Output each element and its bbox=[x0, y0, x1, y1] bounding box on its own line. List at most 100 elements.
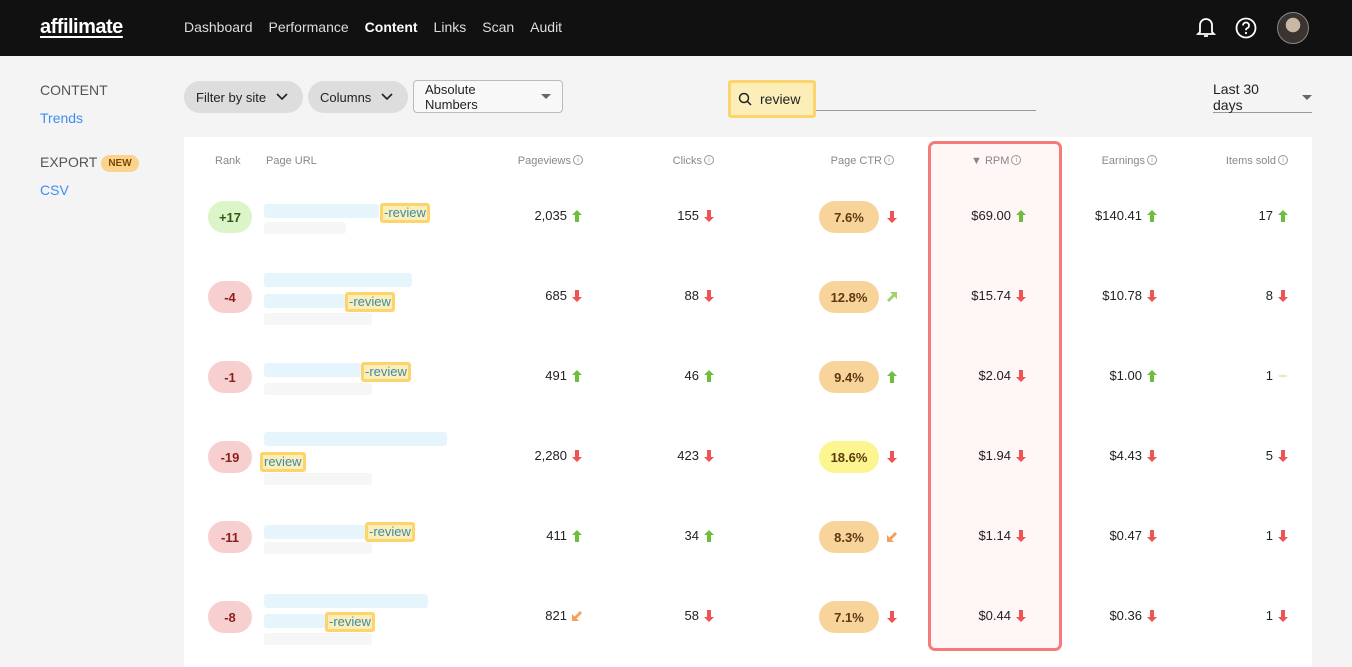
rpm-cell: $69.00 bbox=[971, 208, 1026, 223]
header-label: Items sold bbox=[1225, 155, 1276, 167]
url-search-match[interactable]: -review bbox=[380, 203, 430, 223]
rpm-cell: $0.44 bbox=[978, 608, 1026, 623]
url-search-match[interactable]: -review bbox=[365, 522, 415, 542]
clicks-cell: 46 bbox=[685, 368, 714, 383]
rpm-cell-value: $1.14 bbox=[978, 528, 1011, 543]
ctr-cell: 9.4% bbox=[819, 361, 897, 393]
trend-down-icon bbox=[1278, 529, 1288, 542]
clicks-cell-value: 155 bbox=[677, 208, 699, 223]
columns-label: Columns bbox=[320, 89, 372, 105]
url-search-match[interactable]: -review bbox=[325, 612, 375, 632]
avatar[interactable] bbox=[1277, 12, 1309, 44]
top-nav-bar: affilimate Dashboard Performance Content Li… bbox=[0, 0, 1352, 56]
url-redacted[interactable] bbox=[264, 363, 361, 377]
header-url[interactable]: Page URL bbox=[266, 155, 317, 167]
info-icon[interactable]: i bbox=[573, 155, 583, 165]
header-label: Pageviews bbox=[517, 155, 571, 167]
url-redacted[interactable] bbox=[264, 594, 428, 608]
info-icon[interactable]: i bbox=[704, 155, 714, 165]
trend-down-icon bbox=[887, 211, 897, 223]
trend-down-icon bbox=[1147, 609, 1157, 622]
trend-up-icon bbox=[887, 371, 897, 383]
sidebar-link-trends[interactable]: Trends bbox=[40, 110, 83, 126]
trend-down-icon bbox=[1016, 529, 1026, 542]
caret-down-icon bbox=[1302, 94, 1312, 100]
header-ctr[interactable]: Page CTR i bbox=[831, 155, 894, 167]
earnings-cell: $140.41 bbox=[1095, 208, 1157, 223]
clicks-cell: 34 bbox=[685, 528, 714, 543]
trend-up-icon bbox=[1016, 209, 1026, 222]
help-icon[interactable] bbox=[1235, 15, 1257, 39]
rank-badge: -1 bbox=[208, 361, 252, 393]
url-redacted[interactable] bbox=[264, 525, 366, 539]
select-value: Absolute Numbers bbox=[425, 81, 478, 112]
header-pageviews[interactable]: Pageviews i bbox=[518, 155, 583, 167]
header-rpm[interactable]: ▼ RPM i bbox=[971, 155, 1022, 167]
nav-content[interactable]: Content bbox=[365, 19, 418, 35]
info-icon[interactable]: i bbox=[1147, 155, 1157, 165]
url-redacted[interactable] bbox=[264, 273, 412, 287]
earnings-cell: $10.78 bbox=[1102, 288, 1157, 303]
trend-up-icon bbox=[572, 369, 582, 382]
rpm-cell-value: $1.94 bbox=[978, 448, 1011, 463]
items-sold-cell-value: 5 bbox=[1265, 448, 1273, 463]
trend-down-icon bbox=[704, 609, 714, 622]
nav-links[interactable]: Links bbox=[434, 19, 467, 35]
url-redacted[interactable] bbox=[264, 432, 447, 446]
ctr-pill: 12.8% bbox=[819, 281, 879, 313]
items-sold-cell-value: 1 bbox=[1265, 368, 1273, 383]
sidebar-heading-export: EXPORT NEW bbox=[40, 154, 139, 172]
trend-up-icon bbox=[1147, 209, 1157, 222]
ctr-pill: 8.3% bbox=[819, 521, 879, 553]
pageviews-cell: 685 bbox=[545, 288, 582, 303]
clicks-cell-value: 58 bbox=[684, 608, 699, 623]
sidebar-link-csv[interactable]: CSV bbox=[40, 182, 69, 198]
rpm-cell: $15.74 bbox=[971, 288, 1026, 303]
search-value: review bbox=[760, 91, 801, 107]
trend-flat-icon bbox=[1279, 374, 1287, 377]
trend-slight-up-icon bbox=[887, 292, 897, 302]
pageviews-cell-value: 821 bbox=[545, 608, 567, 623]
ctr-cell: 7.6% bbox=[819, 201, 897, 233]
sort-desc-icon: ▼ bbox=[971, 155, 985, 167]
url-search-match[interactable]: review bbox=[260, 452, 306, 472]
clicks-cell: 423 bbox=[677, 448, 714, 463]
url-search-match[interactable]: -review bbox=[361, 362, 411, 382]
caret-down-icon bbox=[541, 94, 551, 99]
url-subtitle-redacted bbox=[264, 542, 372, 554]
info-icon[interactable]: i bbox=[884, 155, 894, 165]
search-highlight[interactable]: review bbox=[728, 80, 816, 118]
header-clicks[interactable]: Clicks i bbox=[673, 155, 714, 167]
header-items-sold[interactable]: Items sold i bbox=[1226, 155, 1288, 167]
nav-performance[interactable]: Performance bbox=[269, 19, 349, 35]
nav-scan[interactable]: Scan bbox=[482, 19, 514, 35]
pageviews-cell-value: 685 bbox=[545, 288, 567, 303]
chevron-down-icon bbox=[276, 93, 288, 101]
trend-down-icon bbox=[887, 451, 897, 463]
ctr-pill: 18.6% bbox=[819, 441, 879, 473]
items-sold-cell: 8 bbox=[1266, 288, 1288, 303]
trend-down-icon bbox=[1278, 289, 1288, 302]
trend-up-icon bbox=[572, 209, 582, 222]
rank-badge: -4 bbox=[208, 281, 252, 313]
logo[interactable]: affilimate bbox=[40, 16, 123, 39]
trend-down-icon bbox=[1278, 609, 1288, 622]
info-icon[interactable]: i bbox=[1011, 155, 1022, 165]
url-redacted[interactable] bbox=[264, 204, 379, 218]
bell-icon[interactable] bbox=[1196, 15, 1216, 39]
absolute-numbers-select[interactable]: Absolute Numbers bbox=[413, 80, 563, 113]
pageviews-cell: 2,280 bbox=[534, 448, 582, 463]
nav-dashboard[interactable]: Dashboard bbox=[184, 19, 253, 35]
header-earnings[interactable]: Earnings i bbox=[1102, 155, 1157, 167]
date-range-select[interactable]: Last 30 days bbox=[1213, 81, 1312, 113]
header-rank[interactable]: Rank bbox=[215, 155, 241, 167]
columns-button[interactable]: Columns bbox=[308, 81, 408, 113]
nav-audit[interactable]: Audit bbox=[530, 19, 562, 35]
url-search-match[interactable]: -review bbox=[345, 292, 395, 312]
url-redacted[interactable] bbox=[264, 294, 346, 308]
info-icon[interactable]: i bbox=[1278, 155, 1288, 165]
items-sold-cell-value: 1 bbox=[1265, 608, 1273, 623]
filter-by-site-button[interactable]: Filter by site bbox=[184, 81, 303, 113]
url-redacted[interactable] bbox=[264, 614, 326, 628]
header-label: Earnings bbox=[1101, 155, 1145, 167]
